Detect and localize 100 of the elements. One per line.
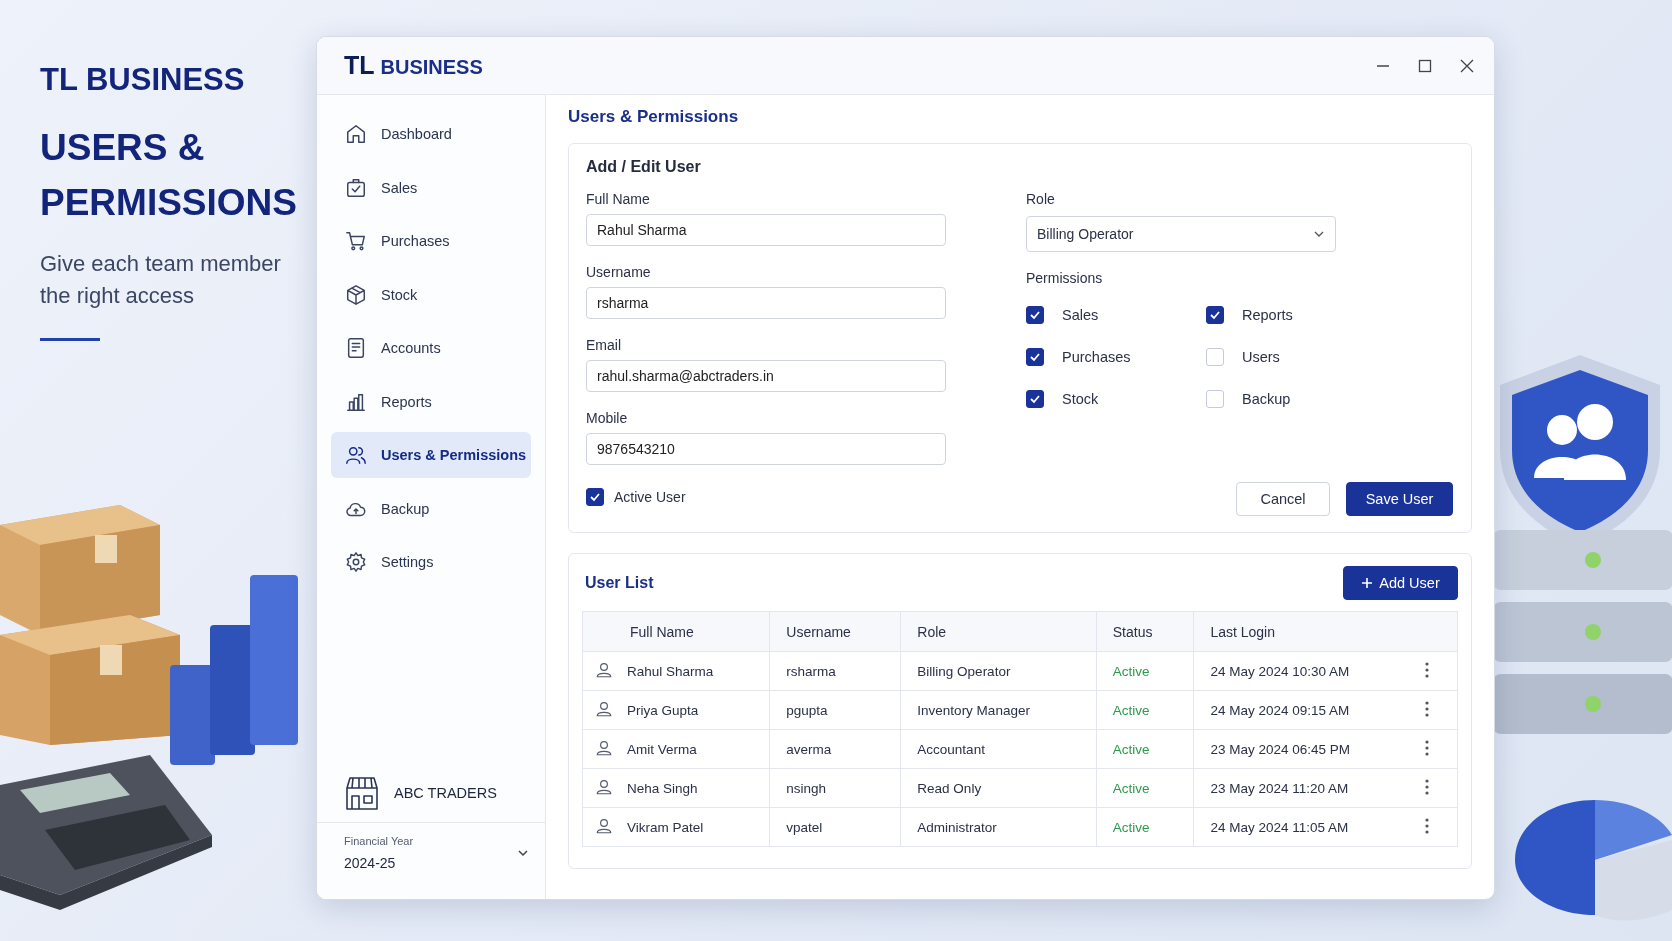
- column-header: Full Name: [630, 623, 694, 640]
- user-icon: [595, 777, 613, 796]
- checkbox-label: Sales: [1062, 307, 1099, 323]
- input-field[interactable]: Rahul Sharma: [586, 214, 946, 246]
- cart-icon: [345, 230, 367, 252]
- user-icon: [595, 738, 613, 757]
- check-icon: [1209, 309, 1221, 321]
- checkbox[interactable]: [1026, 306, 1044, 324]
- input-field[interactable]: rsharma: [586, 287, 946, 319]
- check-icon: [1029, 351, 1041, 363]
- sidebar-item[interactable]: Accounts: [331, 325, 531, 371]
- column-header: Role: [917, 623, 947, 640]
- checkbox-label: Users: [1242, 349, 1280, 365]
- store-icon: [344, 776, 380, 810]
- status-text: Active: [1112, 702, 1150, 718]
- more-icon[interactable]: [1425, 661, 1429, 678]
- table-cell: Read Only: [917, 780, 982, 796]
- more-icon[interactable]: [1425, 739, 1429, 756]
- maximize-icon[interactable]: [1418, 58, 1432, 73]
- table-cell: Vikram Patel: [627, 819, 704, 835]
- add-user-button[interactable]: Add User: [1343, 566, 1458, 600]
- sidebar-item[interactable]: Reports: [331, 378, 531, 425]
- sidebar-item[interactable]: Dashboard: [331, 111, 531, 157]
- field-label: Financial Year: [344, 835, 414, 847]
- table-cell: 23 May 2024 11:20 AM: [1210, 780, 1349, 796]
- sidebar-item[interactable]: Sales: [331, 164, 531, 211]
- field-label: Mobile: [586, 410, 629, 426]
- table-cell: 24 May 2024 10:30 AM: [1210, 663, 1350, 679]
- sidebar-item[interactable]: Backup: [331, 485, 531, 532]
- field-label: Role: [1026, 191, 1056, 207]
- clipboard-check-icon: [345, 176, 367, 199]
- table-cell: rsharma: [786, 663, 836, 679]
- sidebar-item[interactable]: Stock: [331, 271, 531, 318]
- plus-icon: [1361, 577, 1374, 589]
- card-title: Add / Edit User: [586, 158, 702, 176]
- checkbox[interactable]: [586, 488, 604, 506]
- users-icon: [345, 444, 367, 466]
- field-label: Permissions: [1026, 270, 1104, 286]
- close-icon[interactable]: [1460, 58, 1474, 73]
- checkbox[interactable]: [1206, 306, 1224, 324]
- table-cell: Rahul Sharma: [627, 663, 714, 679]
- column-header: Status: [1112, 623, 1153, 640]
- role-dropdown[interactable]: Billing Operator: [1026, 216, 1336, 252]
- checkbox[interactable]: [1026, 348, 1044, 366]
- home-icon: [345, 123, 367, 145]
- chevron-down-icon[interactable]: [517, 847, 529, 859]
- check-icon: [1029, 393, 1041, 405]
- table-cell: Accountant: [917, 741, 985, 757]
- table-cell: nsingh: [786, 780, 827, 796]
- table-cell: 24 May 2024 09:15 AM: [1210, 702, 1350, 718]
- status-text: Active: [1112, 741, 1150, 757]
- user-icon: [595, 699, 613, 718]
- page-title: Users & Permissions: [568, 107, 740, 128]
- input-field[interactable]: 9876543210: [586, 433, 946, 465]
- table-cell: Amit Verma: [627, 741, 697, 757]
- sidebar-item[interactable]: Users & Permissions: [331, 432, 531, 478]
- table-cell: 24 May 2024 11:05 AM: [1210, 819, 1349, 835]
- checkbox-label: Reports: [1242, 307, 1293, 323]
- table-cell: averma: [786, 741, 832, 757]
- check-icon: [589, 491, 601, 503]
- logo-text: BUSINESS: [380, 56, 483, 79]
- column-header: Last Login: [1210, 623, 1275, 640]
- status-text: Active: [1112, 663, 1150, 679]
- more-icon[interactable]: [1425, 817, 1429, 834]
- cancel-button[interactable]: Cancel: [1236, 482, 1330, 516]
- headline: USERS & PERMISSIONS: [40, 126, 298, 225]
- more-icon[interactable]: [1425, 700, 1429, 717]
- card-title: User List: [585, 574, 654, 592]
- checkbox-label: Active User: [614, 489, 686, 505]
- sidebar-item[interactable]: Purchases: [331, 218, 531, 264]
- sidebar-item[interactable]: Settings: [331, 539, 531, 585]
- column-header: Username: [786, 623, 851, 640]
- checkbox-label: Stock: [1062, 391, 1099, 407]
- checkbox[interactable]: [1026, 390, 1044, 408]
- brand-name: TL BUSINESS: [40, 62, 246, 98]
- tagline: Give each team member the right access: [40, 250, 282, 310]
- table-cell: Priya Gupta: [627, 702, 699, 718]
- settings-icon: [345, 551, 367, 573]
- status-text: Active: [1112, 819, 1150, 835]
- save-button[interactable]: Save User: [1346, 482, 1453, 516]
- checkbox-label: Backup: [1242, 391, 1291, 407]
- table-cell: pgupta: [786, 702, 828, 718]
- table-cell: Administrator: [917, 819, 997, 835]
- user-icon: [595, 816, 613, 835]
- field-label: Full Name: [586, 191, 651, 207]
- check-icon: [1029, 309, 1041, 321]
- table-cell: Neha Singh: [627, 780, 698, 796]
- more-icon[interactable]: [1425, 778, 1429, 795]
- table-cell: vpatel: [786, 819, 823, 835]
- table-cell: Billing Operator: [917, 663, 1011, 679]
- field-label: Username: [586, 264, 652, 280]
- field-label: Email: [586, 337, 622, 353]
- user-icon: [595, 660, 613, 679]
- status-text: Active: [1112, 780, 1150, 796]
- logo-mark: TL: [344, 51, 375, 80]
- company-name: ABC TRADERS: [394, 785, 497, 801]
- input-field[interactable]: rahul.sharma@abctraders.in: [586, 360, 946, 392]
- cube-icon: [345, 283, 367, 306]
- document-icon: [345, 337, 367, 359]
- table-cell: Inventory Manager: [917, 702, 1030, 718]
